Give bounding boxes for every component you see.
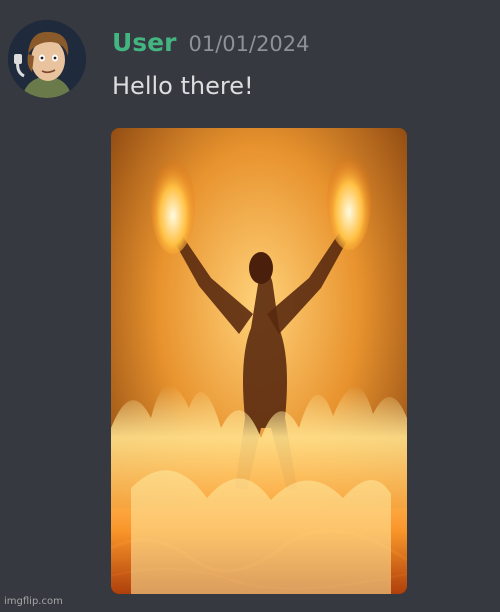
chat-message: User 01/01/2024 Hello there! imgflip.com — [0, 0, 500, 612]
watermark: imgflip.com — [4, 596, 63, 607]
message-text: Hello there! — [112, 72, 254, 100]
image-attachment[interactable] — [111, 128, 407, 594]
message-timestamp: 01/01/2024 — [188, 32, 310, 56]
burning-figure-image — [111, 128, 407, 594]
user-avatar[interactable] — [8, 20, 86, 98]
cartoon-avatar-icon — [8, 20, 86, 98]
message-header: User 01/01/2024 — [112, 28, 310, 57]
username[interactable]: User — [112, 28, 176, 57]
